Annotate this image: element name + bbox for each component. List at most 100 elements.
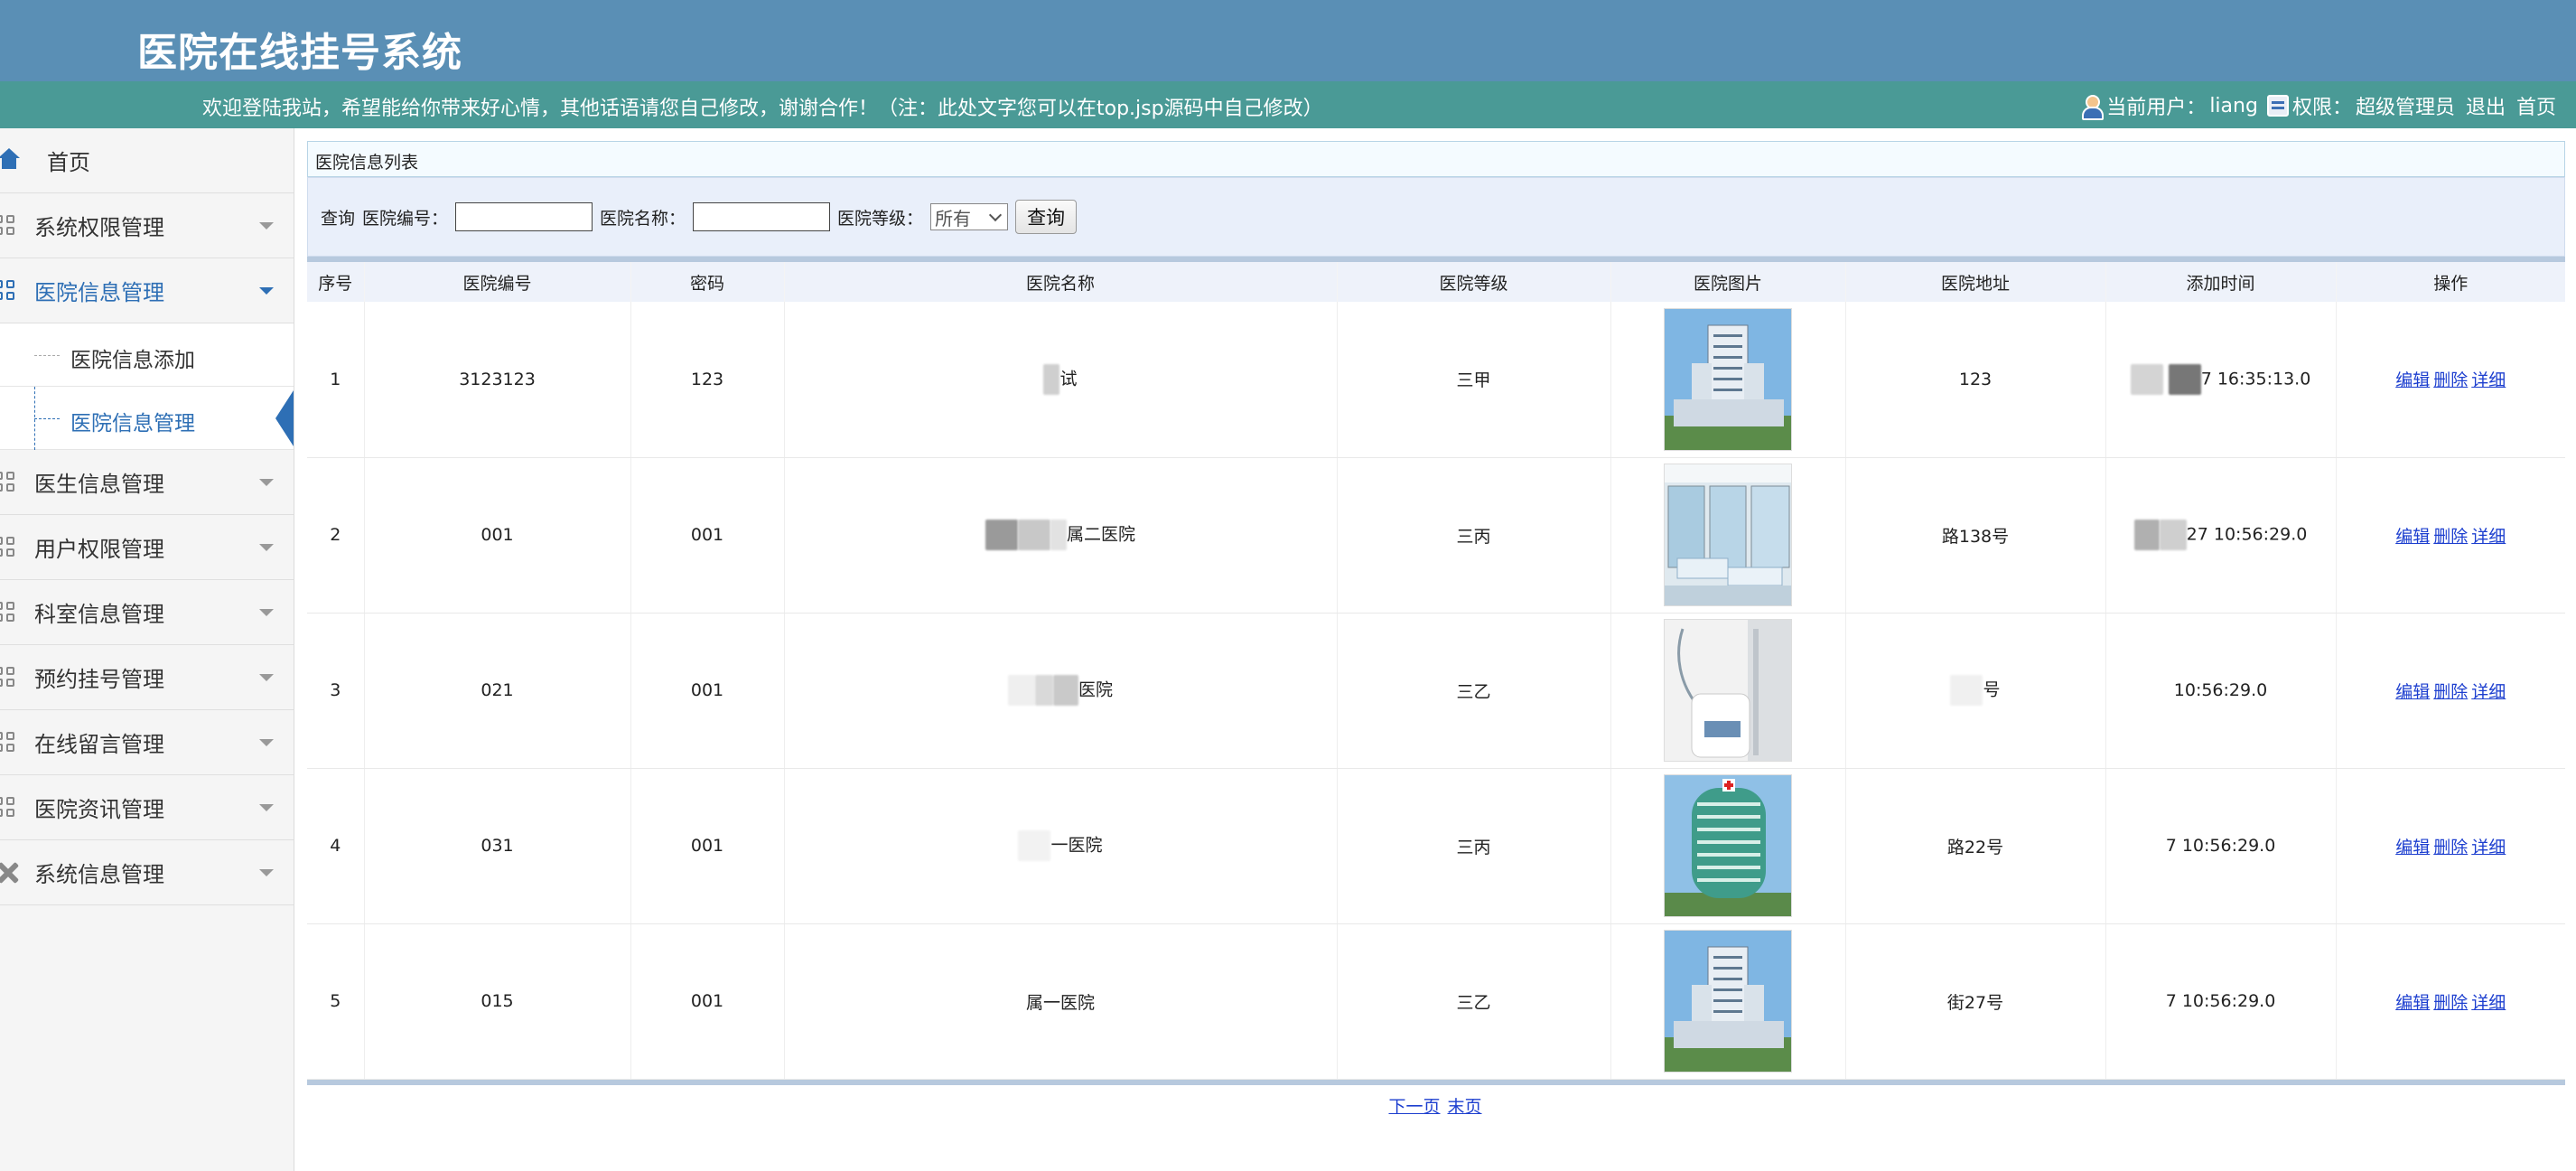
query-label: 查询 (321, 208, 356, 229)
main-content: 医院信息列表 查询 医院编号： 医院名称： 医院等级： 所有 查询 序号 医院编… (294, 128, 2576, 1171)
home-icon (0, 146, 22, 172)
sidebar-item-home[interactable]: 首页 (0, 128, 294, 193)
cell-name: 一医院 (784, 768, 1338, 924)
sidebar-item-hospital-info[interactable]: 医院信息管理 (0, 258, 294, 323)
hospital-name: 属二医院 (1066, 524, 1135, 545)
cell-code: 001 (364, 457, 631, 614)
sidebar-item-label: 系统权限管理 (34, 215, 164, 240)
cell-password: 001 (630, 923, 785, 1080)
home-link[interactable]: 首页 (2516, 91, 2556, 120)
detail-link[interactable]: 详细 (2471, 682, 2506, 702)
sidebar-item-label: 首页 (47, 150, 90, 175)
hospital-image (1664, 464, 1792, 606)
detail-link[interactable]: 详细 (2471, 527, 2506, 547)
chevron-down-icon (259, 674, 274, 681)
cell-level: 三乙 (1337, 923, 1611, 1080)
delete-link[interactable]: 删除 (2433, 682, 2468, 702)
col-header-image: 医院图片 (1610, 262, 1846, 302)
chevron-down-icon (259, 869, 274, 876)
hospital-image (1664, 307, 1792, 451)
sidebar-item-doctor-info[interactable]: 医生信息管理 (0, 450, 294, 515)
sidebar-item-label: 用户权限管理 (34, 537, 164, 562)
logout-link[interactable]: 退出 (2466, 91, 2506, 120)
table-row: 5 015 001 属一医院 三乙 街27号 7 10:56:29.0 编辑 删… (307, 923, 2565, 1080)
detail-link[interactable]: 详细 (2471, 993, 2506, 1013)
app-title: 医院在线挂号系统 (137, 30, 462, 76)
col-header-password: 密码 (630, 262, 785, 302)
table-row: 2 001 001 属二医院 三丙 路138号 27 10:56:29.0 编辑… (307, 457, 2565, 614)
next-page-link[interactable]: 下一页 (1388, 1097, 1440, 1117)
sidebar-subitem-hospital-manage[interactable]: 医院信息管理 (0, 387, 294, 450)
chevron-down-icon (259, 544, 274, 551)
cell-actions: 编辑 删除 详细 (2336, 923, 2565, 1080)
sidebar-item-appointment[interactable]: 预约挂号管理 (0, 645, 294, 710)
grid-icon (0, 280, 16, 302)
sidebar-item-system-permission[interactable]: 系统权限管理 (0, 193, 294, 258)
user-info: 当前用户： liang 权限： 超级管理员 退出 首页 (2079, 91, 2556, 120)
sidebar-subitem-hospital-add[interactable]: 医院信息添加 (0, 323, 294, 387)
sidebar-item-news[interactable]: 医院资讯管理 (0, 775, 294, 840)
edit-link[interactable]: 编辑 (2395, 370, 2430, 390)
role-label: 权限： (2291, 97, 2352, 119)
col-header-actions: 操作 (2336, 262, 2565, 302)
add-time: 7 16:35:13.0 (2200, 369, 2311, 389)
hospital-code-input[interactable] (455, 202, 593, 231)
chevron-down-icon (259, 804, 274, 811)
cell-image (1610, 457, 1846, 614)
detail-link[interactable]: 详细 (2471, 370, 2506, 390)
user-icon (2079, 94, 2105, 120)
cell-code: 3123123 (364, 302, 631, 458)
sidebar-item-label: 在线留言管理 (34, 732, 164, 757)
cell-address: 路22号 (1845, 768, 2106, 924)
search-bar: 查询 医院编号： 医院名称： 医院等级： 所有 查询 (307, 177, 2565, 257)
cell-name: 医院 (784, 613, 1338, 769)
detail-link[interactable]: 详细 (2471, 838, 2506, 857)
table-row: 4 031 001 一医院 三丙 路22号 7 10:56:29.0 编辑 删除… (307, 768, 2565, 924)
redaction-block (1052, 675, 1078, 706)
redaction-block (2159, 520, 2187, 550)
delete-link[interactable]: 删除 (2433, 527, 2468, 547)
cell-image (1610, 302, 1846, 458)
search-button[interactable]: 查询 (1015, 200, 1078, 234)
panel-title: 医院信息列表 (307, 141, 2565, 177)
cell-password: 001 (630, 768, 785, 924)
level-selected-value: 所有 (935, 207, 972, 230)
col-header-time: 添加时间 (2105, 262, 2337, 302)
cell-image (1610, 613, 1846, 769)
chevron-down-icon (259, 222, 274, 230)
hospital-image (1664, 930, 1792, 1073)
cell-level: 三丙 (1337, 457, 1611, 614)
edit-link[interactable]: 编辑 (2395, 682, 2430, 702)
grid-icon (0, 797, 16, 819)
sidebar-item-label: 科室信息管理 (34, 602, 164, 627)
sidebar-item-system-info[interactable]: 系统信息管理 (0, 840, 294, 905)
sidebar-item-department-info[interactable]: 科室信息管理 (0, 580, 294, 645)
last-page-link[interactable]: 末页 (1448, 1097, 1482, 1117)
cell-time: 27 10:56:29.0 (2105, 457, 2337, 614)
sidebar: 首页 系统权限管理 医院信息管理 医院信息添加 医院信息管理 医生信息管理 用户… (0, 128, 294, 1171)
delete-link[interactable]: 删除 (2433, 370, 2468, 390)
chevron-down-icon (259, 287, 274, 295)
cell-index: 3 (307, 613, 365, 769)
hospital-level-select[interactable]: 所有 (930, 203, 1009, 230)
col-header-index: 序号 (307, 262, 365, 302)
delete-link[interactable]: 删除 (2433, 993, 2468, 1013)
address: 号 (1983, 679, 2001, 700)
sidebar-item-user-permission[interactable]: 用户权限管理 (0, 515, 294, 580)
col-header-name: 医院名称 (784, 262, 1338, 302)
cell-address: 123 (1845, 302, 2106, 458)
edit-link[interactable]: 编辑 (2395, 993, 2430, 1013)
cell-level: 三乙 (1337, 613, 1611, 769)
current-username: liang (2209, 94, 2258, 117)
delete-link[interactable]: 删除 (2433, 838, 2468, 857)
redaction-block (2168, 363, 2201, 395)
cell-image (1610, 923, 1846, 1080)
redaction-block (1950, 675, 1983, 706)
edit-link[interactable]: 编辑 (2395, 527, 2430, 547)
grid-icon (0, 215, 16, 237)
current-user-label: 当前用户： (2106, 97, 2207, 119)
hospital-name-input[interactable] (693, 202, 831, 231)
sidebar-item-messages[interactable]: 在线留言管理 (0, 710, 294, 775)
edit-link[interactable]: 编辑 (2395, 838, 2430, 857)
chevron-down-icon (259, 739, 274, 746)
